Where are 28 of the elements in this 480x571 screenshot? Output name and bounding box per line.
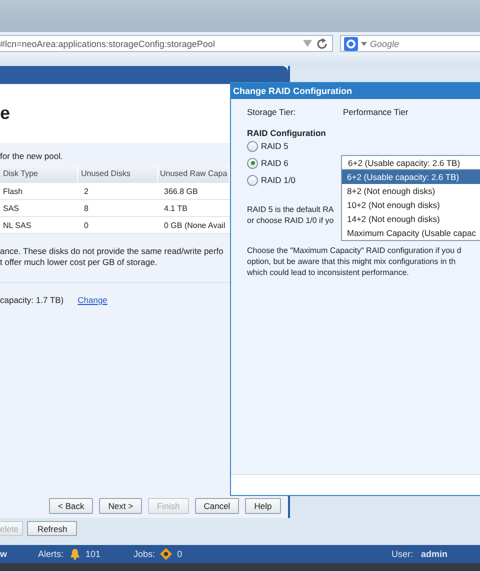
table-cell-text: NL SAS xyxy=(2,220,32,230)
help-text: option, but be aware that this might mix configurations in th xyxy=(247,256,456,267)
wizard-title: e xyxy=(0,103,10,124)
section-title: RAID Configuration xyxy=(247,128,327,140)
status-text: w xyxy=(0,549,8,559)
table-cell-text: 2 xyxy=(83,186,90,196)
storage-tier-label: Storage Tier: xyxy=(247,107,297,119)
help-text: or choose RAID 1/0 if yo xyxy=(247,215,334,226)
table-cell-text: 8 xyxy=(83,204,90,212)
table-cell-text: 0 GB (None Avail xyxy=(163,220,226,230)
table-cell-text: 0 xyxy=(83,220,90,230)
note-text: t offer much lower cost per GB of storage. xyxy=(0,257,158,268)
alerts-label: Alerts: xyxy=(38,549,64,559)
table-cell-text: 366.8 GB xyxy=(163,186,199,196)
storage-tier-value: Performance Tier xyxy=(343,107,408,119)
note-text: ance. These disks do not provide the same read/write perfo xyxy=(0,246,224,257)
help-text: Choose the "Maximum Capacity" RAID configuration if you d xyxy=(247,245,462,256)
user-label: User: xyxy=(391,549,413,559)
dialog-title: Change RAID Configuration xyxy=(231,83,480,99)
table-cell-text: Flash xyxy=(2,186,24,196)
table-cell-text: 4.1 TB xyxy=(163,204,188,212)
user-name: admin xyxy=(421,549,449,559)
help-text: which could lead to inconsistent performance. xyxy=(247,267,409,278)
help-text: RAID 5 is the default RA xyxy=(247,204,334,215)
jobs-label: Jobs: xyxy=(134,549,156,559)
instruction-text: for the new pool. xyxy=(0,151,64,163)
capacity-text: capacity: 1.7 TB) xyxy=(0,295,64,305)
table-cell-text: SAS xyxy=(2,204,20,212)
